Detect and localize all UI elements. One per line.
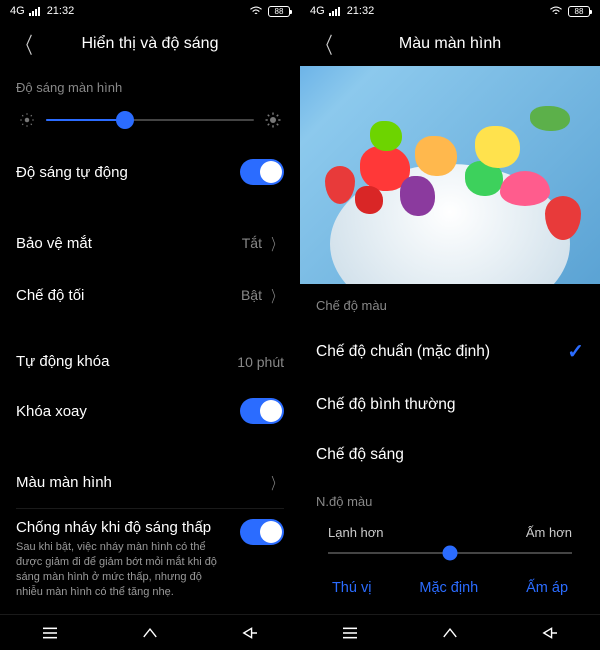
auto-brightness-label: Độ sáng tự động bbox=[16, 164, 128, 181]
brightness-slider[interactable] bbox=[0, 105, 300, 145]
preset-vivid[interactable]: Thú vị bbox=[332, 580, 372, 596]
chevron-right-icon: 〉 bbox=[271, 470, 281, 494]
page-title: Màu màn hình bbox=[314, 35, 586, 53]
dark-mode-label: Chế độ tối bbox=[16, 287, 84, 304]
signal-icon bbox=[329, 6, 343, 16]
network-type: 4G bbox=[10, 5, 25, 17]
nav-home-icon[interactable] bbox=[440, 626, 460, 640]
anti-flicker-label: Chống nháy khi độ sáng thấp bbox=[16, 519, 230, 536]
preset-warm[interactable]: Ấm áp bbox=[526, 580, 568, 596]
auto-lock-label: Tự động khóa bbox=[16, 353, 109, 370]
status-bar: 4G 21:32 88 bbox=[0, 0, 300, 22]
warmer-label: Ấm hơn bbox=[526, 525, 572, 540]
anti-flicker-row[interactable]: Chống nháy khi độ sáng thấp Sau khi bật,… bbox=[0, 509, 300, 613]
color-temp-slider[interactable] bbox=[300, 544, 600, 568]
left-screen: 4G 21:32 88 〈 Hiển thị và độ sáng Độ sán… bbox=[0, 0, 300, 650]
cooler-label: Lạnh hơn bbox=[328, 525, 384, 540]
anti-flicker-desc: Sau khi bật, việc nháy màn hình có thể đ… bbox=[16, 540, 230, 599]
nav-back-icon[interactable] bbox=[240, 626, 260, 640]
sun-high-icon bbox=[264, 111, 282, 129]
network-type: 4G bbox=[310, 5, 325, 17]
brightness-section-label: Độ sáng màn hình bbox=[0, 66, 300, 105]
header: 〈 Hiển thị và độ sáng bbox=[0, 22, 300, 66]
color-preview-image bbox=[300, 66, 600, 284]
page-title: Hiển thị và độ sáng bbox=[14, 35, 286, 53]
time: 21:32 bbox=[47, 5, 75, 17]
chevron-right-icon: 〉 bbox=[271, 283, 281, 307]
rotation-lock-label: Khóa xoay bbox=[16, 403, 87, 420]
nav-home-icon[interactable] bbox=[140, 626, 160, 640]
right-screen: 4G 21:32 88 〈 Màu màn hình Chế độ màu Ch… bbox=[300, 0, 600, 650]
rotation-lock-toggle[interactable] bbox=[240, 398, 284, 424]
dark-mode-row[interactable]: Chế độ tối Bật〉 bbox=[0, 269, 300, 321]
time: 21:32 bbox=[347, 5, 375, 17]
color-mode-option-bright[interactable]: Chế độ sáng bbox=[300, 430, 600, 480]
battery-icon: 88 bbox=[568, 6, 590, 17]
check-icon: ✓ bbox=[567, 339, 584, 364]
wifi-icon bbox=[549, 6, 563, 16]
color-temp-label: N.độ màu bbox=[300, 480, 600, 519]
rotation-lock-row[interactable]: Khóa xoay bbox=[0, 384, 300, 438]
nav-menu-icon[interactable] bbox=[40, 626, 60, 640]
wifi-icon bbox=[249, 6, 263, 16]
eye-protection-label: Bảo vệ mắt bbox=[16, 235, 92, 252]
status-bar: 4G 21:32 88 bbox=[300, 0, 600, 22]
auto-brightness-row[interactable]: Độ sáng tự động bbox=[0, 145, 300, 199]
nav-back-icon[interactable] bbox=[540, 626, 560, 640]
nav-menu-icon[interactable] bbox=[340, 626, 360, 640]
anti-flicker-toggle[interactable] bbox=[240, 519, 284, 545]
preset-default[interactable]: Mặc định bbox=[419, 580, 478, 596]
color-mode-label: Chế độ màu bbox=[300, 284, 600, 323]
battery-icon: 88 bbox=[268, 6, 290, 17]
nav-bar bbox=[300, 614, 600, 650]
header: 〈 Màu màn hình bbox=[300, 22, 600, 66]
eye-protection-row[interactable]: Bảo vệ mắt Tắt〉 bbox=[0, 217, 300, 269]
sun-low-icon bbox=[18, 111, 36, 129]
back-icon[interactable]: 〈 bbox=[17, 28, 32, 60]
auto-lock-row[interactable]: Tự động khóa 10 phút bbox=[0, 339, 300, 384]
color-mode-option-normal[interactable]: Chế độ bình thường bbox=[300, 380, 600, 430]
color-mode-option-standard[interactable]: Chế độ chuẩn (mặc định) ✓ bbox=[300, 323, 600, 380]
back-icon[interactable]: 〈 bbox=[317, 28, 332, 60]
nav-bar bbox=[0, 614, 300, 650]
signal-icon bbox=[29, 6, 43, 16]
chevron-right-icon: 〉 bbox=[271, 231, 281, 255]
screen-color-row[interactable]: Màu màn hình 〉 bbox=[0, 456, 300, 508]
auto-brightness-toggle[interactable] bbox=[240, 159, 284, 185]
screen-color-label: Màu màn hình bbox=[16, 474, 112, 491]
